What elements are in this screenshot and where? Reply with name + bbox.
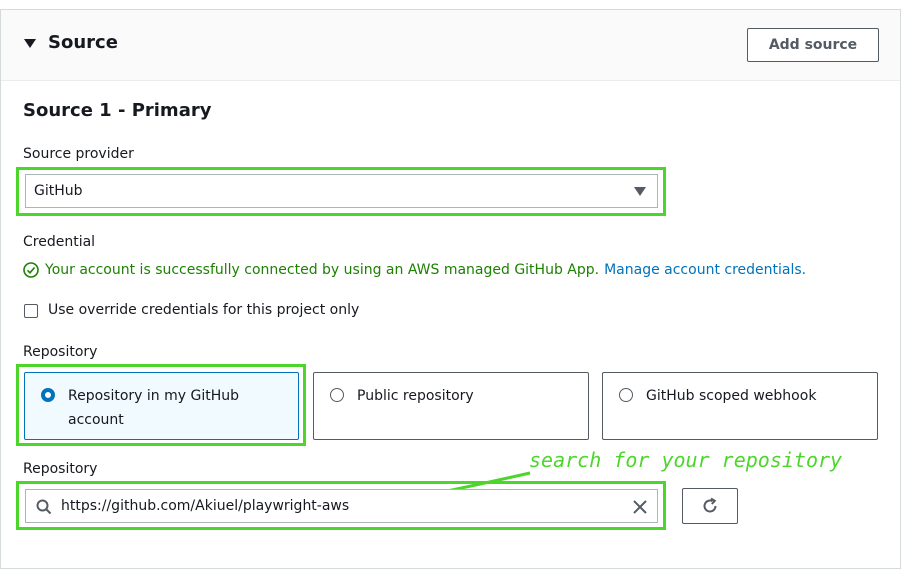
credential-status-text: Your account is successfully connected b… (45, 262, 600, 278)
annotation-text: search for your repository (529, 448, 843, 472)
source-provider-select[interactable]: GitHub (25, 174, 658, 208)
repository-option-label: Repository in my GitHub account (68, 388, 239, 428)
repository-option-label: Public repository (357, 388, 474, 404)
refresh-repositories-button[interactable] (682, 488, 738, 524)
dropdown-caret-icon (634, 187, 646, 196)
radio-unselected-icon[interactable] (330, 388, 344, 402)
repository-search-value: https://github.com/Akiuel/playwright-aws (61, 498, 350, 514)
credential-label: Credential (23, 234, 96, 250)
repository-option-scoped-webhook[interactable]: GitHub scoped webhook (602, 372, 878, 440)
source-heading: Source 1 - Primary (23, 100, 212, 121)
manage-credentials-link[interactable]: Manage account credentials. (604, 262, 806, 278)
refresh-icon (703, 497, 717, 513)
source-provider-label: Source provider (23, 146, 134, 162)
override-credentials-label: Use override credentials for this projec… (48, 302, 360, 318)
source-provider-value: GitHub (34, 183, 83, 199)
radio-unselected-icon[interactable] (619, 388, 633, 402)
repository-option-my-github[interactable]: Repository in my GitHub account (24, 372, 299, 440)
repository-search-input[interactable]: https://github.com/Akiuel/playwright-aws (25, 489, 658, 523)
clear-icon[interactable] (632, 499, 648, 515)
search-icon (36, 499, 52, 515)
repository-search-label: Repository (23, 461, 98, 477)
override-credentials-checkbox[interactable] (24, 304, 38, 318)
section-title: Source (48, 32, 118, 53)
repository-option-public[interactable]: Public repository (313, 372, 589, 440)
add-source-button[interactable]: Add source (747, 28, 879, 62)
caret-down-icon[interactable] (24, 39, 36, 48)
section-header[interactable]: Source Add source (1, 10, 900, 81)
radio-selected-icon[interactable] (41, 388, 55, 402)
success-check-icon (23, 262, 39, 278)
credential-status: Your account is successfully connected b… (23, 262, 806, 278)
repository-type-label: Repository (23, 344, 98, 360)
repository-option-label: GitHub scoped webhook (646, 388, 817, 404)
